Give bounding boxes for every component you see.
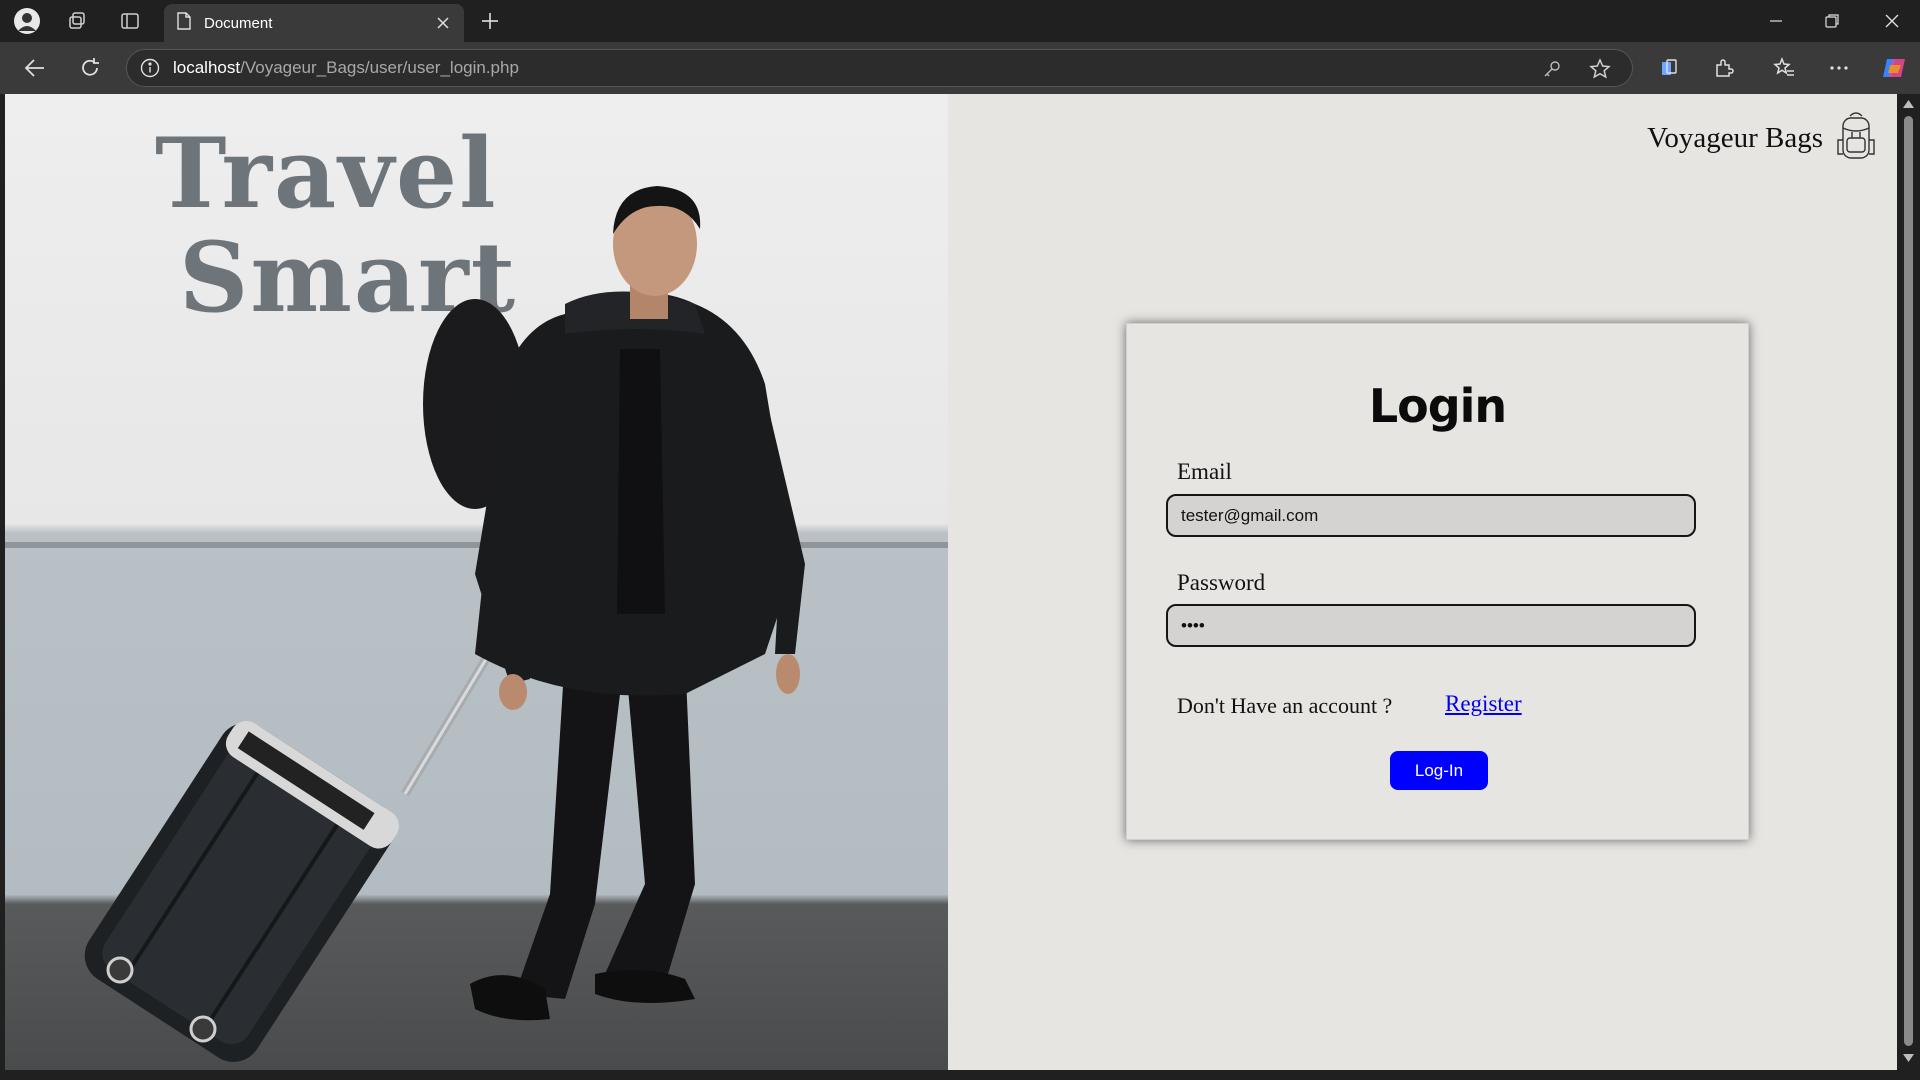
profile-avatar-icon[interactable] <box>12 7 42 35</box>
register-link[interactable]: Register <box>1445 691 1522 717</box>
password-label: Password <box>1177 570 1266 595</box>
login-card: Login Email Password Don't Have an accou… <box>1126 323 1749 840</box>
brand-header[interactable]: Voyageur Bags <box>1647 110 1877 167</box>
scroll-up-icon[interactable] <box>1902 100 1915 112</box>
browser-toolbar: localhost/Voyageur_Bags/user/user_login.… <box>0 42 1920 94</box>
password-field[interactable] <box>1166 604 1696 647</box>
hero-image: Travel Smart <box>5 94 948 1070</box>
login-title: Login <box>1368 379 1507 433</box>
backpack-icon <box>1835 110 1877 167</box>
email-field[interactable] <box>1166 494 1696 537</box>
login-button[interactable]: Log-In <box>1390 751 1488 790</box>
password-key-icon[interactable] <box>1537 54 1567 84</box>
traveler-illustration <box>5 186 948 1062</box>
tab-document[interactable]: Document <box>164 4 464 42</box>
refresh-icon[interactable] <box>73 53 107 83</box>
account-prompt: Don't Have an account ? <box>1177 693 1393 718</box>
copilot-icon[interactable] <box>1877 53 1911 83</box>
scroll-thumb[interactable] <box>1904 116 1913 1046</box>
page-viewport: Travel Smart Voyageur Bags Login Email t… <box>5 94 1897 1070</box>
url-host: localhost <box>173 58 241 77</box>
favorite-star-icon[interactable] <box>1585 54 1615 84</box>
tab-actions-icon[interactable] <box>115 7 145 35</box>
close-tab-icon[interactable] <box>430 10 456 36</box>
restore-icon[interactable] <box>1804 0 1860 42</box>
tab-title: Document <box>204 14 273 32</box>
brand-name: Voyageur Bags <box>1647 122 1823 154</box>
collections-icon[interactable] <box>1652 53 1686 83</box>
more-menu-icon[interactable] <box>1822 53 1856 83</box>
back-icon[interactable] <box>18 53 52 83</box>
new-tab-icon[interactable] <box>475 7 505 35</box>
close-window-icon[interactable] <box>1864 0 1920 42</box>
workspaces-icon[interactable] <box>62 7 92 35</box>
url-path: /Voyageur_Bags/user/user_login.php <box>240 58 519 77</box>
minimize-icon[interactable] <box>1748 0 1804 42</box>
favorites-list-icon[interactable] <box>1767 53 1801 83</box>
address-bar[interactable]: localhost/Voyageur_Bags/user/user_login.… <box>126 49 1633 87</box>
scroll-down-icon[interactable] <box>1902 1054 1915 1066</box>
url-text: localhost/Voyageur_Bags/user/user_login.… <box>173 58 519 78</box>
extensions-icon[interactable] <box>1707 53 1741 83</box>
site-info-icon[interactable] <box>127 58 173 78</box>
browser-title-bar: Document <box>0 0 1920 42</box>
email-label: Email <box>1177 459 1232 484</box>
page-scrollbar[interactable] <box>1897 94 1920 1070</box>
document-icon <box>176 12 192 34</box>
